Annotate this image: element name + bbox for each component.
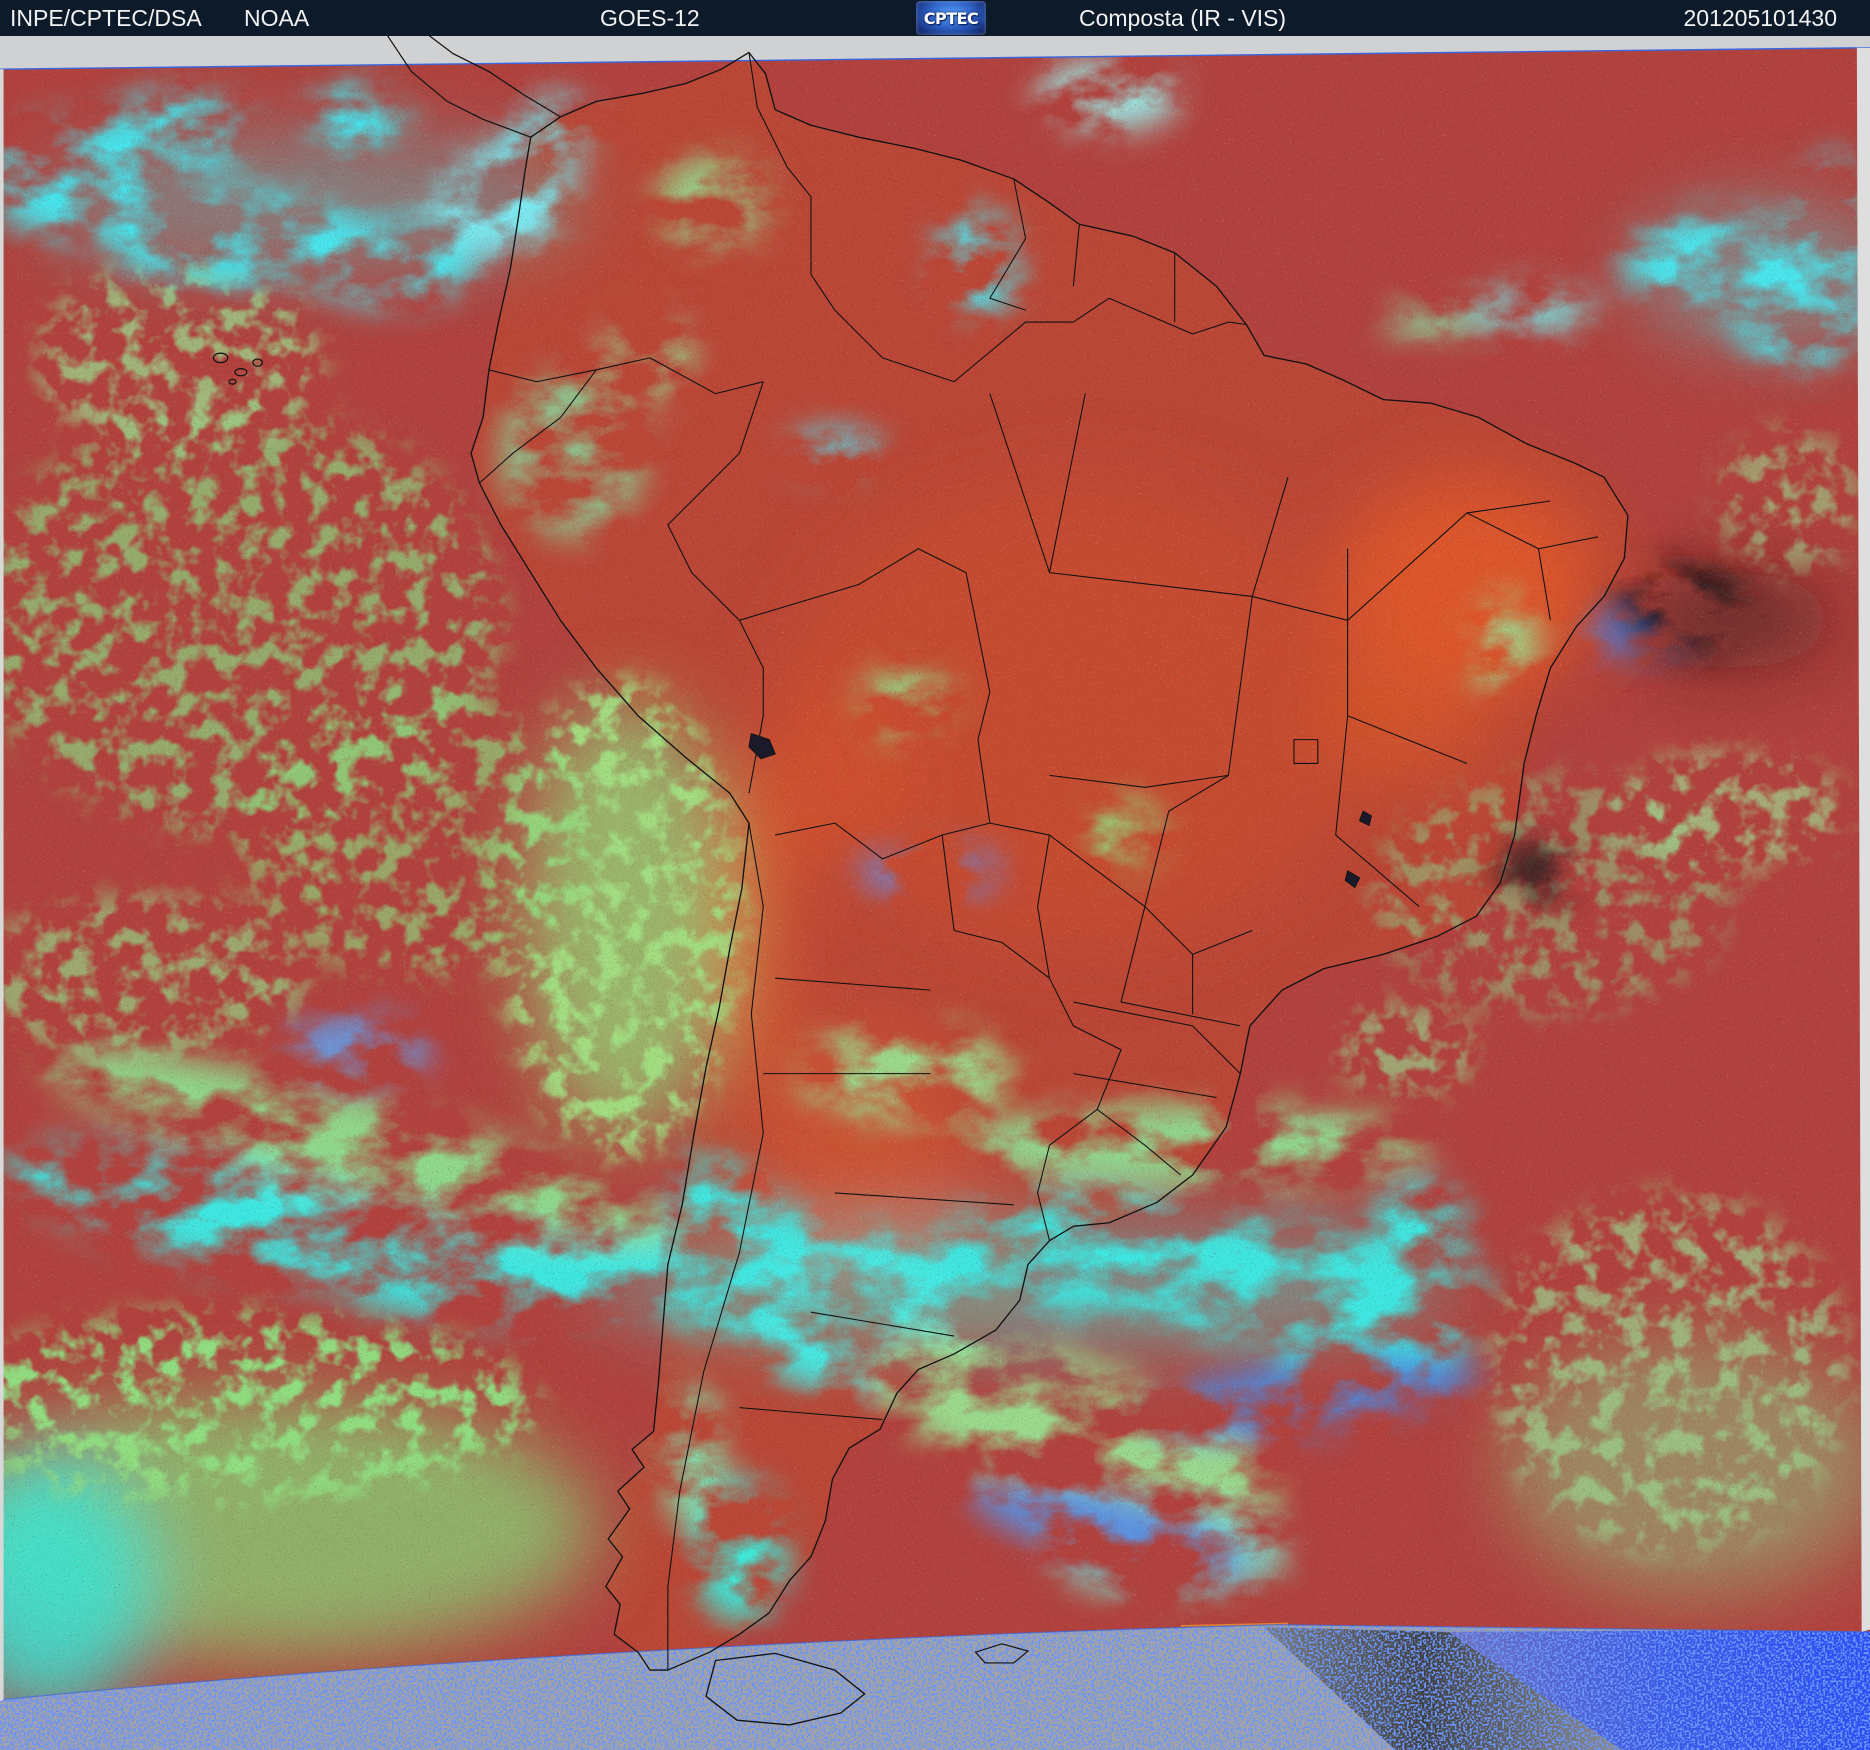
source-label: INPE/CPTEC/DSA bbox=[10, 5, 202, 31]
image-header-bar: INPE/CPTEC/DSA NOAA GOES-12 CPTEC Compos… bbox=[0, 0, 1870, 36]
timestamp-label: 201205101430 bbox=[1683, 5, 1838, 31]
cptec-logo: CPTEC bbox=[916, 1, 986, 35]
cptec-logo-text: CPTEC bbox=[923, 8, 979, 28]
product-label: Composta (IR - VIS) bbox=[1079, 5, 1287, 31]
satellite-label: GOES-12 bbox=[600, 5, 700, 31]
agency-label: NOAA bbox=[244, 5, 310, 31]
satellite-image-page: INPE/CPTEC/DSA NOAA GOES-12 CPTEC Compos… bbox=[0, 0, 1870, 1750]
scan-edge-left bbox=[0, 69, 4, 1702]
noise-grain-light bbox=[0, 0, 1870, 1750]
satellite-composite-map bbox=[0, 0, 1870, 1750]
